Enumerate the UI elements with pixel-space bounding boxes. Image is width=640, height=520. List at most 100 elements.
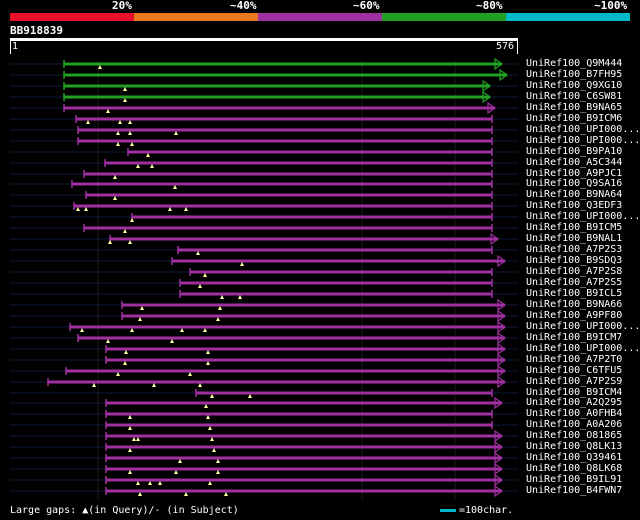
hit-label-link[interactable]: UniRef100_Q8LK13 <box>526 441 622 452</box>
hit-label-link[interactable]: UniRef100_Q8LK68 <box>526 463 622 474</box>
query-gap-marker <box>123 229 127 233</box>
query-gap-marker <box>140 306 144 310</box>
hit-label-link[interactable]: UniRef100_A5C344 <box>526 157 622 168</box>
hit-label-link[interactable]: UniRef100_B4FWN7 <box>526 485 622 496</box>
query-gap-marker <box>216 317 220 321</box>
hit-label-link[interactable]: UniRef100_A9PF80 <box>526 310 622 321</box>
query-gap-marker <box>208 426 212 430</box>
query-gap-marker <box>220 295 224 299</box>
hit-label-link[interactable]: UniRef100_UPI000... <box>526 343 640 354</box>
query-gap-marker <box>124 350 128 354</box>
query-gap-marker <box>128 120 132 124</box>
hit-label-link[interactable]: UniRef100_UPI000... <box>526 124 640 135</box>
scale-text: =100char. <box>459 505 514 516</box>
query-gap-marker <box>188 372 192 376</box>
hit-label-link[interactable]: UniRef100_B9ICM6 <box>526 113 622 124</box>
hit-label-link[interactable]: UniRef100_C6TFU5 <box>526 365 622 376</box>
hit-label-link[interactable]: UniRef100_UPI000... <box>526 321 640 332</box>
hit-label-link[interactable]: UniRef100_UPI000... <box>526 135 640 146</box>
hit-label-link[interactable]: UniRef100_A2Q295 <box>526 397 622 408</box>
query-gap-marker <box>198 284 202 288</box>
query-gap-marker <box>238 295 242 299</box>
hit-label-link[interactable]: UniRef100_A7P2T0 <box>526 354 622 365</box>
hit-label-link[interactable]: UniRef100_A0FHB4 <box>526 408 622 419</box>
hit-label-link[interactable]: UniRef100_B9NA66 <box>526 299 622 310</box>
gap-legend: Large gaps: ▲(in Query)/- (in Subject) <box>10 505 239 516</box>
query-gap-marker <box>184 207 188 211</box>
query-gap-marker <box>123 98 127 102</box>
query-gap-marker <box>128 415 132 419</box>
hit-label-link[interactable]: UniRef100_A7P2S8 <box>526 266 622 277</box>
hit-label-link[interactable]: UniRef100_B9NA65 <box>526 102 622 113</box>
scale-legend: =100char. <box>440 505 513 517</box>
hit-label-link[interactable]: UniRef100_Q3EDF3 <box>526 200 622 211</box>
query-gap-marker <box>128 448 132 452</box>
query-gap-marker <box>136 437 140 441</box>
query-gap-marker <box>128 470 132 474</box>
query-gap-marker <box>98 65 102 69</box>
query-gap-marker <box>123 87 127 91</box>
query-gap-marker <box>108 240 112 244</box>
query-gap-marker <box>86 120 90 124</box>
hit-label-link[interactable]: UniRef100_A0A206 <box>526 419 622 430</box>
hit-label-link[interactable]: UniRef100_B9ICM7 <box>526 332 622 343</box>
query-gap-marker <box>196 251 200 255</box>
hit-label-link[interactable]: UniRef100_A7P2S3 <box>526 244 622 255</box>
query-gap-marker <box>92 383 96 387</box>
query-gap-marker <box>240 262 244 266</box>
query-gap-marker <box>198 383 202 387</box>
query-gap-marker <box>130 218 134 222</box>
query-gap-marker <box>123 361 127 365</box>
hit-label-link[interactable]: UniRef100_Q9SA16 <box>526 178 622 189</box>
query-gap-marker <box>106 339 110 343</box>
query-gap-marker <box>130 328 134 332</box>
query-gap-marker <box>180 328 184 332</box>
hit-label-link[interactable]: UniRef100_B9ICM5 <box>526 222 622 233</box>
hit-label-link[interactable]: UniRef100_Q9M444 <box>526 58 622 69</box>
query-gap-marker <box>84 207 88 211</box>
query-gap-marker <box>184 492 188 496</box>
hit-label-link[interactable]: UniRef100_B9ICL5 <box>526 288 622 299</box>
hit-label-link[interactable]: UniRef100_A7P2S5 <box>526 277 622 288</box>
query-gap-marker <box>204 404 208 408</box>
query-gap-marker <box>152 383 156 387</box>
hit-label-link[interactable]: UniRef100_B9NA64 <box>526 189 622 200</box>
query-gap-marker <box>248 394 252 398</box>
query-gap-marker <box>173 185 177 189</box>
hit-label-link[interactable]: UniRef100_B9NAL1 <box>526 233 622 244</box>
hit-label-link[interactable]: UniRef100_O81865 <box>526 430 622 441</box>
scale-bar <box>440 508 456 512</box>
query-gap-marker <box>218 306 222 310</box>
query-gap-marker <box>116 142 120 146</box>
query-gap-marker <box>146 153 150 157</box>
query-gap-marker <box>116 131 120 135</box>
query-gap-marker <box>128 240 132 244</box>
query-gap-marker <box>174 131 178 135</box>
hit-label-link[interactable]: UniRef100_A7P2S9 <box>526 376 622 387</box>
hit-label-link[interactable]: UniRef100_B9SDQ3 <box>526 255 622 266</box>
hit-label-link[interactable]: UniRef100_B9IL91 <box>526 474 622 485</box>
hit-label-link[interactable]: UniRef100_Q9XG10 <box>526 80 622 91</box>
hit-label-link[interactable]: UniRef100_UPI000... <box>526 211 640 222</box>
hit-label-link[interactable]: UniRef100_B9PA10 <box>526 146 622 157</box>
query-gap-marker <box>106 109 110 113</box>
query-gap-marker <box>80 328 84 332</box>
query-gap-marker <box>138 317 142 321</box>
hit-label-link[interactable]: UniRef100_C6SW81 <box>526 91 622 102</box>
query-gap-marker <box>174 470 178 474</box>
query-gap-marker <box>118 120 122 124</box>
query-gap-marker <box>130 142 134 146</box>
query-gap-marker <box>113 175 117 179</box>
hit-label-link[interactable]: UniRef100_Q39461 <box>526 452 622 463</box>
query-gap-marker <box>206 415 210 419</box>
query-gap-marker <box>76 207 80 211</box>
hit-label-link[interactable]: UniRef100_B7FH95 <box>526 69 622 80</box>
query-gap-marker <box>136 164 140 168</box>
query-gap-marker <box>128 131 132 135</box>
query-gap-marker <box>158 481 162 485</box>
query-gap-marker <box>113 196 117 200</box>
query-gap-marker <box>216 470 220 474</box>
query-gap-marker <box>203 273 207 277</box>
query-gap-marker <box>178 459 182 463</box>
query-gap-marker <box>170 339 174 343</box>
